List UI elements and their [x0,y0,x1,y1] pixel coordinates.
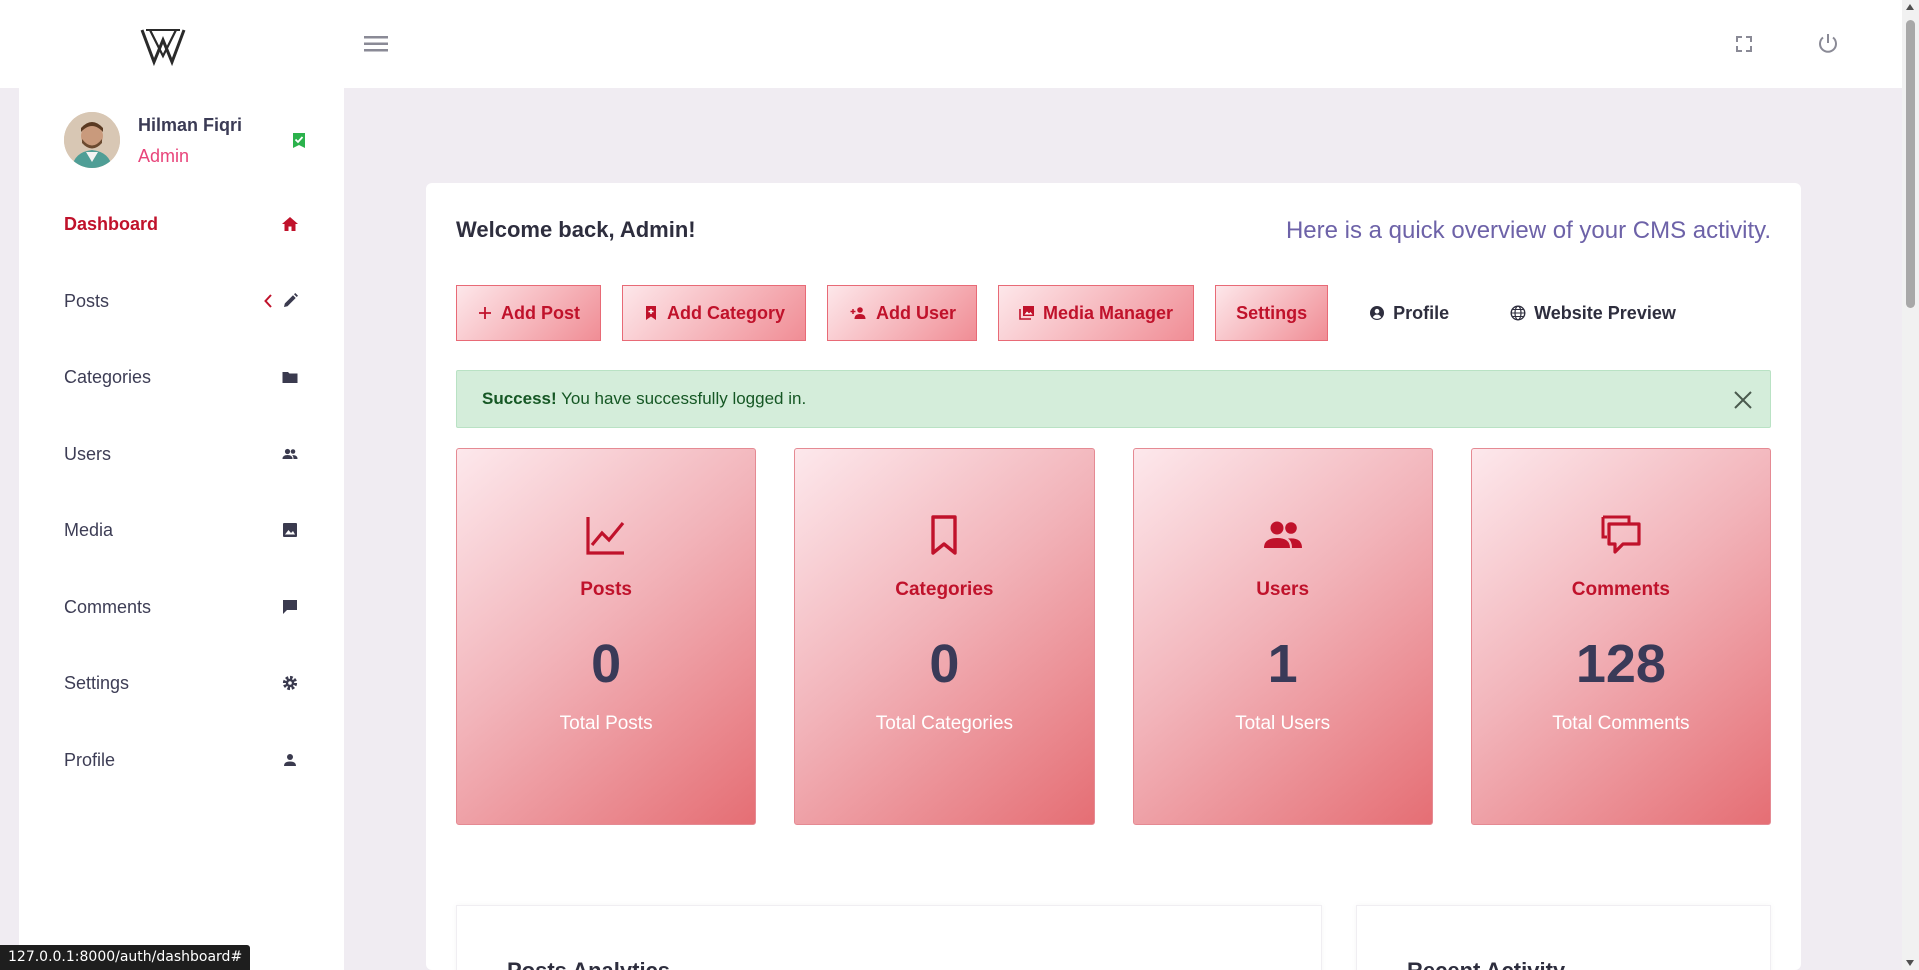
bookmark-icon [931,515,958,555]
image-icon [283,523,297,537]
plus-icon [479,307,491,319]
scroll-down-arrow[interactable] [1906,960,1914,966]
stat-label: Total Categories [875,713,1014,734]
gear-icon [282,675,298,691]
images-icon [1019,306,1035,320]
media-manager-label: Media Manager [1043,302,1174,323]
avatar[interactable] [64,112,120,168]
settings-label: Settings [1236,302,1308,323]
sidebar-item-label: Comments [64,596,152,617]
sidebar-item-label: Categories [64,367,152,387]
home-icon [282,217,298,231]
sidebar-item-label: Settings [64,673,130,693]
sidebar-item-label: Media [64,520,114,540]
sidebar-item-dashboard[interactable]: Dashboard [19,206,344,283]
user-plus-icon [850,307,866,319]
power-icon[interactable] [1815,30,1841,56]
hamburger-icon[interactable] [362,32,390,56]
website-preview-link[interactable]: Website Preview [1490,285,1696,341]
users-icon [1263,521,1302,548]
user-name: Hilman Fiqri [138,115,243,135]
line-chart-icon [586,517,625,555]
posts-analytics-card: Posts Analytics [456,905,1322,970]
alert-message: You have successfully logged in. [556,389,807,408]
sidebar-item-users[interactable]: Users [19,436,344,513]
add-category-button[interactable]: Add Category [622,285,807,341]
fullscreen-icon[interactable] [1732,32,1756,56]
quick-actions: Add Post Add Category Add User Media Man… [456,285,1696,341]
sidebar-item-label: Posts [64,290,110,311]
stat-title: Users [1256,579,1310,600]
add-post-button[interactable]: Add Post [456,285,601,341]
stat-card-categories[interactable]: Categories 0 Total Categories [794,448,1095,825]
overview-subtitle: Here is a quick overview of your CMS act… [1285,217,1771,244]
chevron-left-icon[interactable] [263,293,273,309]
globe-icon [1510,305,1526,321]
check-badge-icon [293,133,305,148]
w-logo[interactable] [140,26,186,66]
add-post-label: Add Post [501,302,580,323]
stat-title: Comments [1571,579,1670,600]
scroll-thumb[interactable] [1906,20,1915,308]
profile-link[interactable]: Profile [1349,285,1469,341]
comments-icon [1601,515,1641,554]
settings-button[interactable]: Settings [1215,285,1329,341]
add-user-button[interactable]: Add User [827,285,978,341]
sidebar-item-media[interactable]: Media [19,512,344,589]
scroll-up-arrow[interactable] [1906,4,1914,10]
sidebar-item-label: Dashboard [64,214,159,234]
dashboard-card: Welcome back, Admin! Here is a quick ove… [426,183,1801,970]
stat-title: Posts [580,579,632,600]
sidebar-item-settings[interactable]: Settings [19,665,344,742]
add-category-label: Add Category [667,302,786,323]
stat-value: 128 [1575,634,1666,694]
stat-label: Total Posts [559,713,653,734]
close-icon[interactable] [1732,389,1754,411]
user-circle-icon [1370,306,1385,320]
sidebar-item-label: Users [64,443,112,464]
sidebar-item-profile[interactable]: Profile [19,742,344,819]
recent-activity-card: Recent Activity [1356,905,1771,970]
top-bar [0,0,1902,88]
stat-value: 0 [929,634,960,694]
sidebar-item-label: Profile [64,749,116,770]
stat-card-users[interactable]: Users 1 Total Users [1132,448,1433,825]
stat-value: 1 [1267,634,1298,694]
media-manager-button[interactable]: Media Manager [998,285,1195,341]
status-bar-url: 127.0.0.1:8000/auth/dashboard# [0,945,251,970]
comment-icon [283,599,297,614]
bookmark-plus-icon [646,306,656,320]
page-title: Welcome back, Admin! [456,217,696,242]
stat-card-posts[interactable]: Posts 0 Total Posts [456,448,757,825]
success-alert: Success! You have successfully logged in… [456,370,1771,428]
stat-label: Total Users [1235,713,1331,734]
person-icon [284,753,296,766]
stat-value: 0 [591,634,622,694]
pencil-icon [284,292,298,307]
user-role: Admin [138,146,190,166]
sidebar-item-categories[interactable]: Categories [19,359,344,436]
sidebar-item-posts[interactable]: Posts [19,283,344,360]
stat-title: Categories [895,579,994,600]
user-profile-block: Hilman Fiqri Admin [64,112,324,172]
posts-analytics-title: Posts Analytics [507,958,670,970]
sidebar: Hilman Fiqri Admin Dashboard Posts Categ… [19,88,344,970]
recent-activity-title: Recent Activity [1407,958,1565,970]
stat-label: Total Comments [1552,713,1690,734]
website-preview-label: Website Preview [1534,302,1676,323]
sidebar-item-comments[interactable]: Comments [19,589,344,666]
alert-strong: Success! [482,389,557,408]
stats-row: Posts 0 Total Posts Categories 0 Total C… [456,448,1771,825]
folder-icon [282,372,298,383]
add-user-label: Add User [876,302,957,323]
stat-card-comments[interactable]: Comments 128 Total Comments [1470,448,1771,825]
profile-label: Profile [1393,302,1450,323]
users-icon [282,448,298,459]
sidebar-nav: Dashboard Posts Categories Users Media C… [19,206,344,818]
alert-text: Success! You have successfully logged in… [482,389,806,409]
page-scrollbar[interactable] [1902,0,1919,970]
